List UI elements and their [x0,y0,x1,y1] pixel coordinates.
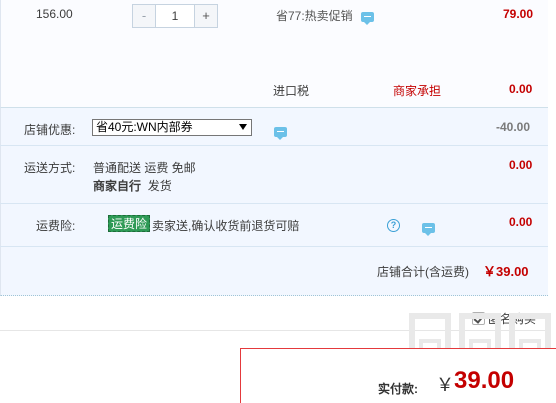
item-subtotal: 79.00 [503,7,534,21]
divider [0,145,548,146]
payment-label: 实付款: [378,382,418,396]
insurance-description: 卖家送,确认收货前退货可赔 [152,219,300,233]
shipping-method: 普通配送 运费 免邮 [93,161,196,175]
promo-text: 省77:热卖促销 [276,9,353,23]
insurance-label: 运费险: [36,219,76,233]
import-tax-amount: 0.00 [509,82,533,96]
shop-total-value: ￥39.00 [483,264,529,279]
shop-total-label: 店铺合计(含运费) [377,265,469,279]
shop-discount-label: 店铺优惠: [24,123,76,137]
chat-icon[interactable] [422,223,436,236]
shop-discount-select[interactable]: 省40元:WN内部券 [92,119,252,136]
shipping-amount: 0.00 [509,158,533,172]
payment-currency: ￥ [436,375,454,395]
insurance-amount: 0.00 [509,215,533,229]
seller-delivery-bold: 商家自行 [93,179,142,193]
chat-icon[interactable] [361,12,374,25]
quantity-input[interactable] [155,5,195,27]
shop-discount-amount: -40.00 [496,120,531,134]
payment-amount: 39.00 [454,367,515,394]
divider [0,203,548,204]
shipping-label: 运送方式: [24,161,76,175]
unit-price: 156.00 [36,7,73,21]
help-icon[interactable]: ? [387,219,400,232]
quantity-plus-button[interactable]: + [195,5,217,27]
divider [0,246,548,247]
seller-delivery: 商家自行 发货 [93,177,172,194]
import-tax-value: 商家承担 [393,84,442,98]
dropdown-arrow-icon [239,124,247,130]
shop-discount-selected: 省40元:WN内部券 [96,120,193,134]
quantity-stepper[interactable]: - + [132,4,218,28]
quantity-minus-button[interactable]: - [133,5,155,27]
insurance-badge: 运费险 [108,215,151,232]
seller-delivery-text: 发货 [147,179,172,193]
import-tax-label: 进口税 [273,84,310,98]
order-item-row [0,0,548,66]
chat-icon[interactable] [274,127,288,140]
